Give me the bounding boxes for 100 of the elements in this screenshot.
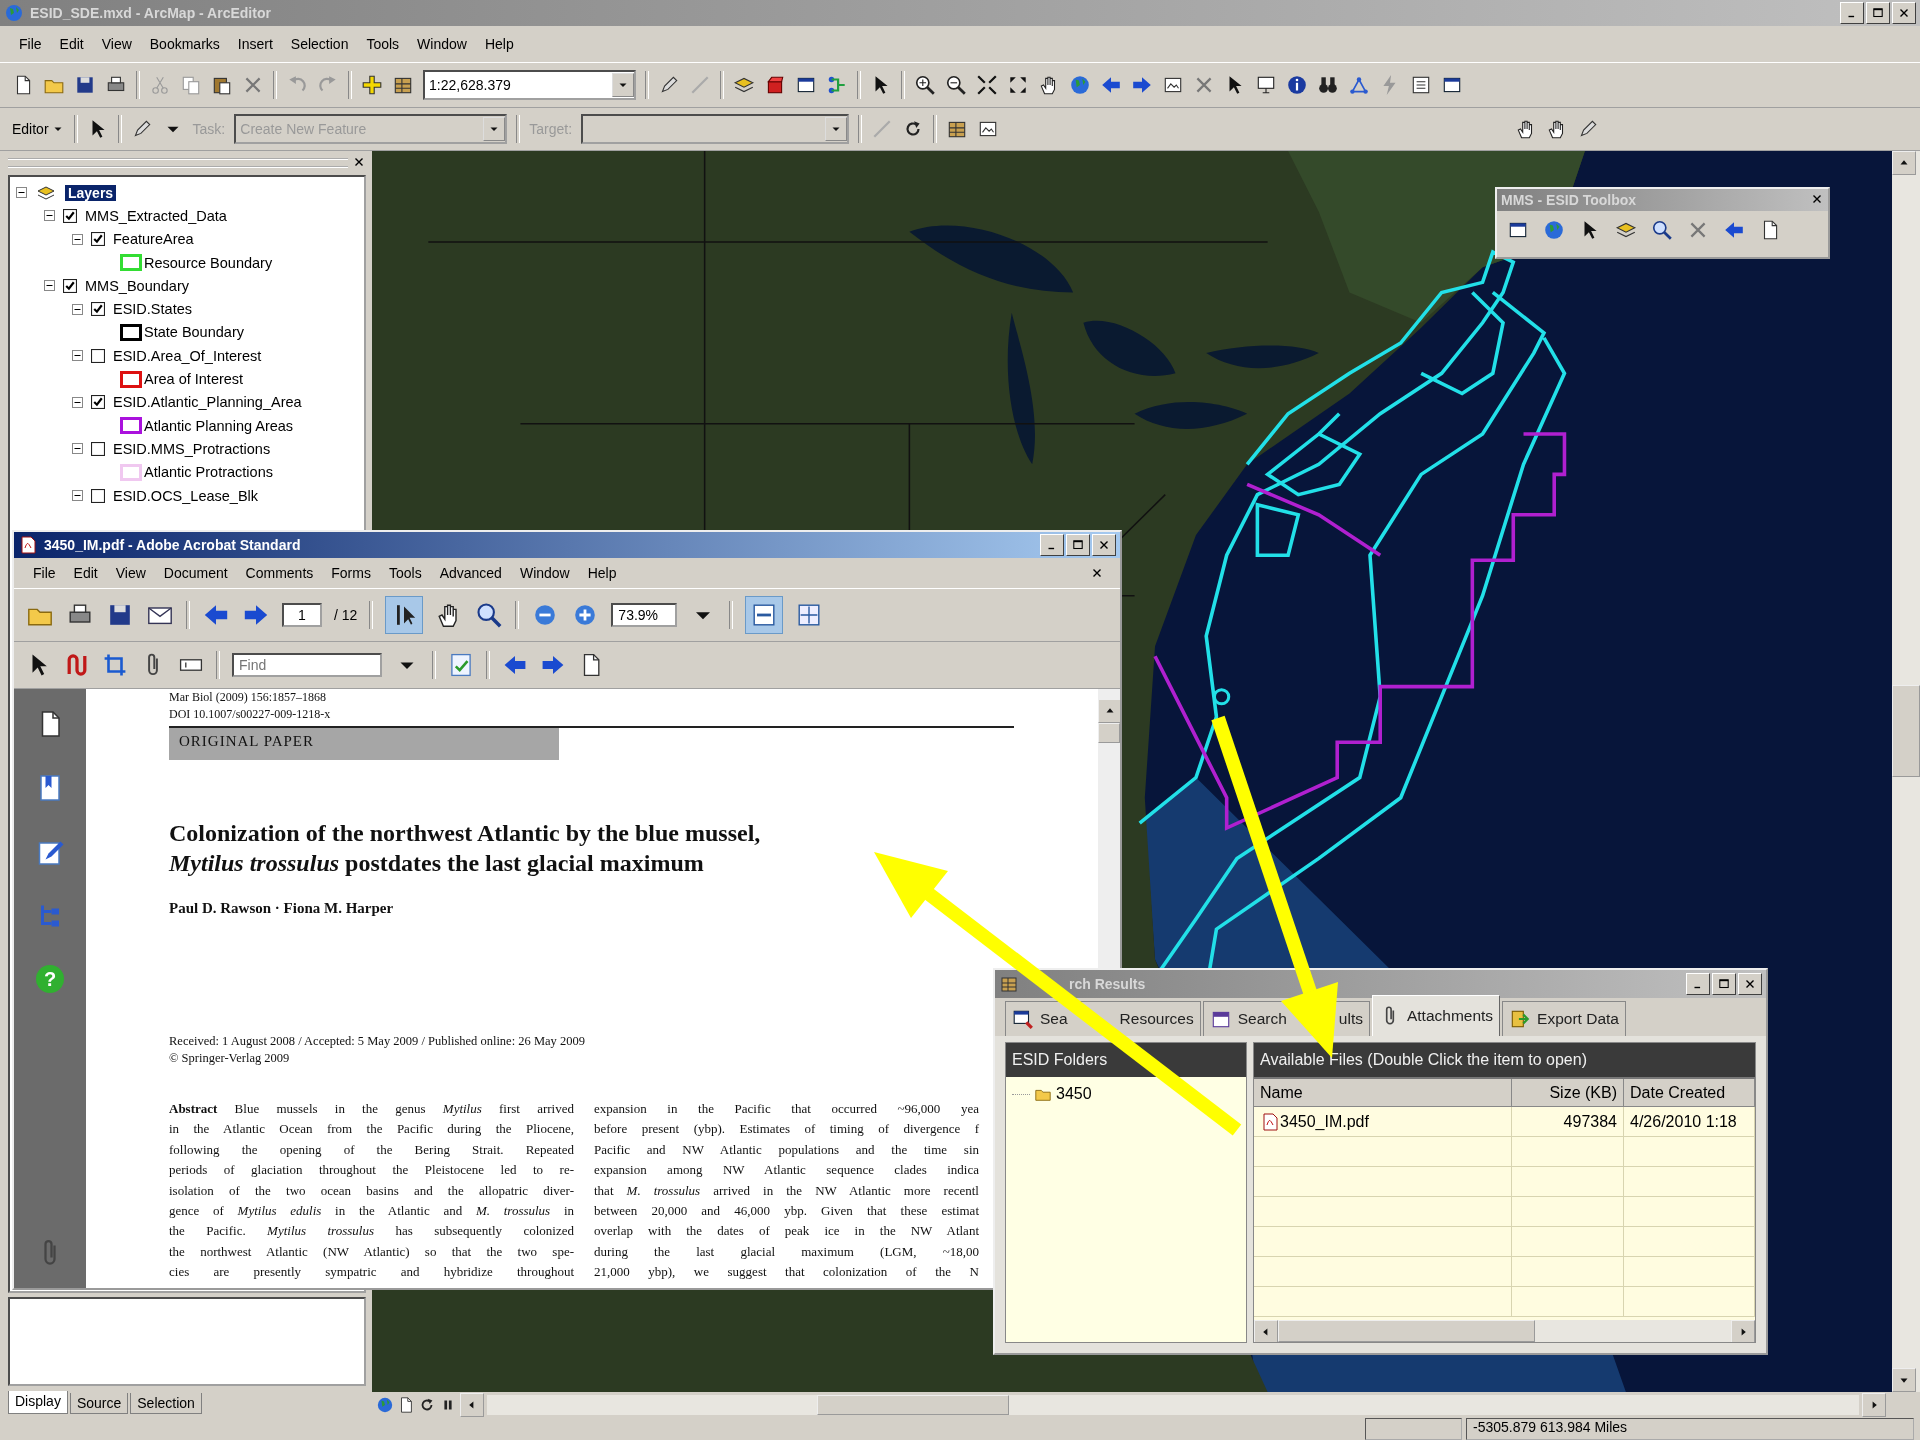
- globe-icon[interactable]: [1069, 74, 1091, 96]
- folder-item[interactable]: 3450: [1056, 1085, 1092, 1103]
- copy-icon[interactable]: [180, 74, 202, 96]
- check-page-icon[interactable]: [448, 652, 474, 678]
- menu-item[interactable]: Advanced: [432, 563, 509, 583]
- menu-item[interactable]: Forms: [324, 563, 378, 583]
- scroll-button[interactable]: [1731, 1320, 1755, 1342]
- menu-item[interactable]: Window: [512, 563, 577, 583]
- layer-checkbox[interactable]: [63, 208, 77, 223]
- binoculars-icon[interactable]: [1317, 74, 1339, 96]
- scrollbar-track[interactable]: [1892, 151, 1920, 1392]
- find-field[interactable]: Find: [232, 653, 382, 677]
- layer-name[interactable]: MMS_Extracted_Data: [85, 207, 227, 224]
- collapse-icon[interactable]: [72, 303, 83, 315]
- menu-item[interactable]: Bookmarks: [142, 34, 227, 54]
- arrows-in-icon[interactable]: [976, 74, 998, 96]
- menu-item[interactable]: Window: [410, 34, 474, 54]
- menu-item[interactable]: Edit: [66, 563, 105, 583]
- scrollbar-thumb[interactable]: [817, 1395, 1009, 1415]
- menu-item[interactable]: View: [94, 34, 139, 54]
- menu-item[interactable]: File: [12, 34, 49, 54]
- layer-name[interactable]: ESID.States: [113, 301, 192, 318]
- layers-root[interactable]: Layers: [65, 184, 117, 201]
- layer-checkbox[interactable]: [91, 348, 105, 363]
- scale-dropdown[interactable]: 1:22,628.379: [423, 70, 636, 100]
- close-button[interactable]: [1092, 534, 1116, 556]
- graph-icon[interactable]: [1348, 74, 1370, 96]
- minimize-button[interactable]: [1040, 534, 1064, 556]
- zoom-in-icon[interactable]: [914, 74, 936, 96]
- collapse-icon[interactable]: [72, 490, 83, 501]
- scrollbar-thumb[interactable]: [1278, 1320, 1535, 1342]
- layer-name[interactable]: ESID.OCS_Lease_Blk: [113, 487, 259, 504]
- collapse-icon[interactable]: [44, 280, 55, 292]
- scroll-button[interactable]: [1098, 699, 1120, 723]
- magnifier-icon[interactable]: [1651, 219, 1673, 241]
- pencil-icon[interactable]: [1577, 118, 1599, 140]
- scroll-button[interactable]: [460, 1393, 484, 1417]
- scroll-button[interactable]: [1892, 1368, 1916, 1392]
- layer-name[interactable]: ESID.MMS_Protractions: [113, 440, 271, 457]
- globe-icon[interactable]: [1543, 219, 1565, 241]
- connect-icon[interactable]: [826, 74, 848, 96]
- layer-checkbox[interactable]: [91, 488, 105, 503]
- table-cell[interactable]: 3450_IM.pdf: [1280, 1112, 1369, 1131]
- layer-name[interactable]: MMS_Boundary: [85, 277, 189, 294]
- panel-gripper[interactable]: [8, 158, 348, 168]
- scrollbar-thumb[interactable]: [1098, 723, 1120, 743]
- toc-tab[interactable]: Display: [8, 1391, 68, 1414]
- maximize-button[interactable]: [1066, 534, 1090, 556]
- menu-item[interactable]: Tools: [359, 34, 407, 54]
- menu-item[interactable]: Edit: [52, 34, 91, 54]
- pencil-icon[interactable]: [658, 74, 680, 96]
- layer-checkbox[interactable]: [63, 278, 77, 293]
- layer-checkbox[interactable]: [91, 441, 105, 456]
- scroll-button[interactable]: [1254, 1320, 1278, 1342]
- zoom-out-icon[interactable]: [945, 74, 967, 96]
- info-icon[interactable]: [1286, 74, 1308, 96]
- plus-icon[interactable]: [361, 74, 383, 96]
- layer-checkbox[interactable]: [91, 302, 105, 317]
- column-header[interactable]: Date Created: [1624, 1079, 1755, 1107]
- column-header[interactable]: Size (KB): [1512, 1079, 1624, 1107]
- collapse-icon[interactable]: [72, 233, 83, 245]
- toc-tab[interactable]: Selection: [130, 1393, 202, 1414]
- layer-name[interactable]: FeatureArea: [113, 231, 194, 248]
- page-number-field[interactable]: 1: [282, 603, 322, 627]
- collapse-icon[interactable]: [72, 350, 83, 362]
- layer-checkbox[interactable]: [91, 232, 105, 247]
- menu-item[interactable]: Help: [477, 34, 521, 54]
- scrollbar-track[interactable]: [1098, 689, 1120, 969]
- magnifier-icon[interactable]: [475, 601, 504, 629]
- list-icon[interactable]: [1410, 74, 1432, 96]
- menu-item[interactable]: File: [26, 563, 63, 583]
- column-header[interactable]: Name: [1254, 1079, 1512, 1107]
- menu-item[interactable]: View: [108, 563, 153, 583]
- crop-icon[interactable]: [102, 652, 128, 678]
- monitor-icon[interactable]: [1255, 74, 1277, 96]
- layer-checkbox[interactable]: [91, 395, 105, 410]
- menu-item[interactable]: Tools: [381, 563, 429, 583]
- menu-item[interactable]: Help: [580, 563, 624, 583]
- zoom-field[interactable]: 73.9%: [611, 603, 678, 627]
- target-dropdown[interactable]: [581, 114, 850, 144]
- toc-tab[interactable]: Source: [69, 1393, 129, 1414]
- collapse-icon[interactable]: [72, 396, 83, 408]
- collapse-icon[interactable]: [72, 443, 83, 455]
- tab[interactable]: Attachments: [1371, 995, 1501, 1036]
- collapse-icon[interactable]: [16, 187, 27, 199]
- scroll-button[interactable]: [1892, 151, 1916, 175]
- layer-name[interactable]: ESID.Area_Of_Interest: [113, 347, 262, 364]
- menu-item[interactable]: Document: [156, 563, 235, 583]
- maximize-icon[interactable]: [1071, 538, 1085, 552]
- scrollbar-track[interactable]: [487, 1395, 1859, 1415]
- layer-name[interactable]: ESID.Atlantic_Planning_Area: [113, 394, 302, 411]
- scroll-button[interactable]: [1862, 1393, 1886, 1417]
- scrollbar-track[interactable]: [1254, 1320, 1755, 1342]
- menu-item[interactable]: Insert: [230, 34, 280, 54]
- scrollbar-thumb[interactable]: [1892, 685, 1920, 777]
- menu-item[interactable]: Selection: [283, 34, 356, 54]
- arrows-out-icon[interactable]: [1007, 74, 1029, 96]
- editor-menu-button[interactable]: Editor: [12, 121, 65, 137]
- menu-item[interactable]: Comments: [238, 563, 321, 583]
- collapse-icon[interactable]: [44, 210, 55, 222]
